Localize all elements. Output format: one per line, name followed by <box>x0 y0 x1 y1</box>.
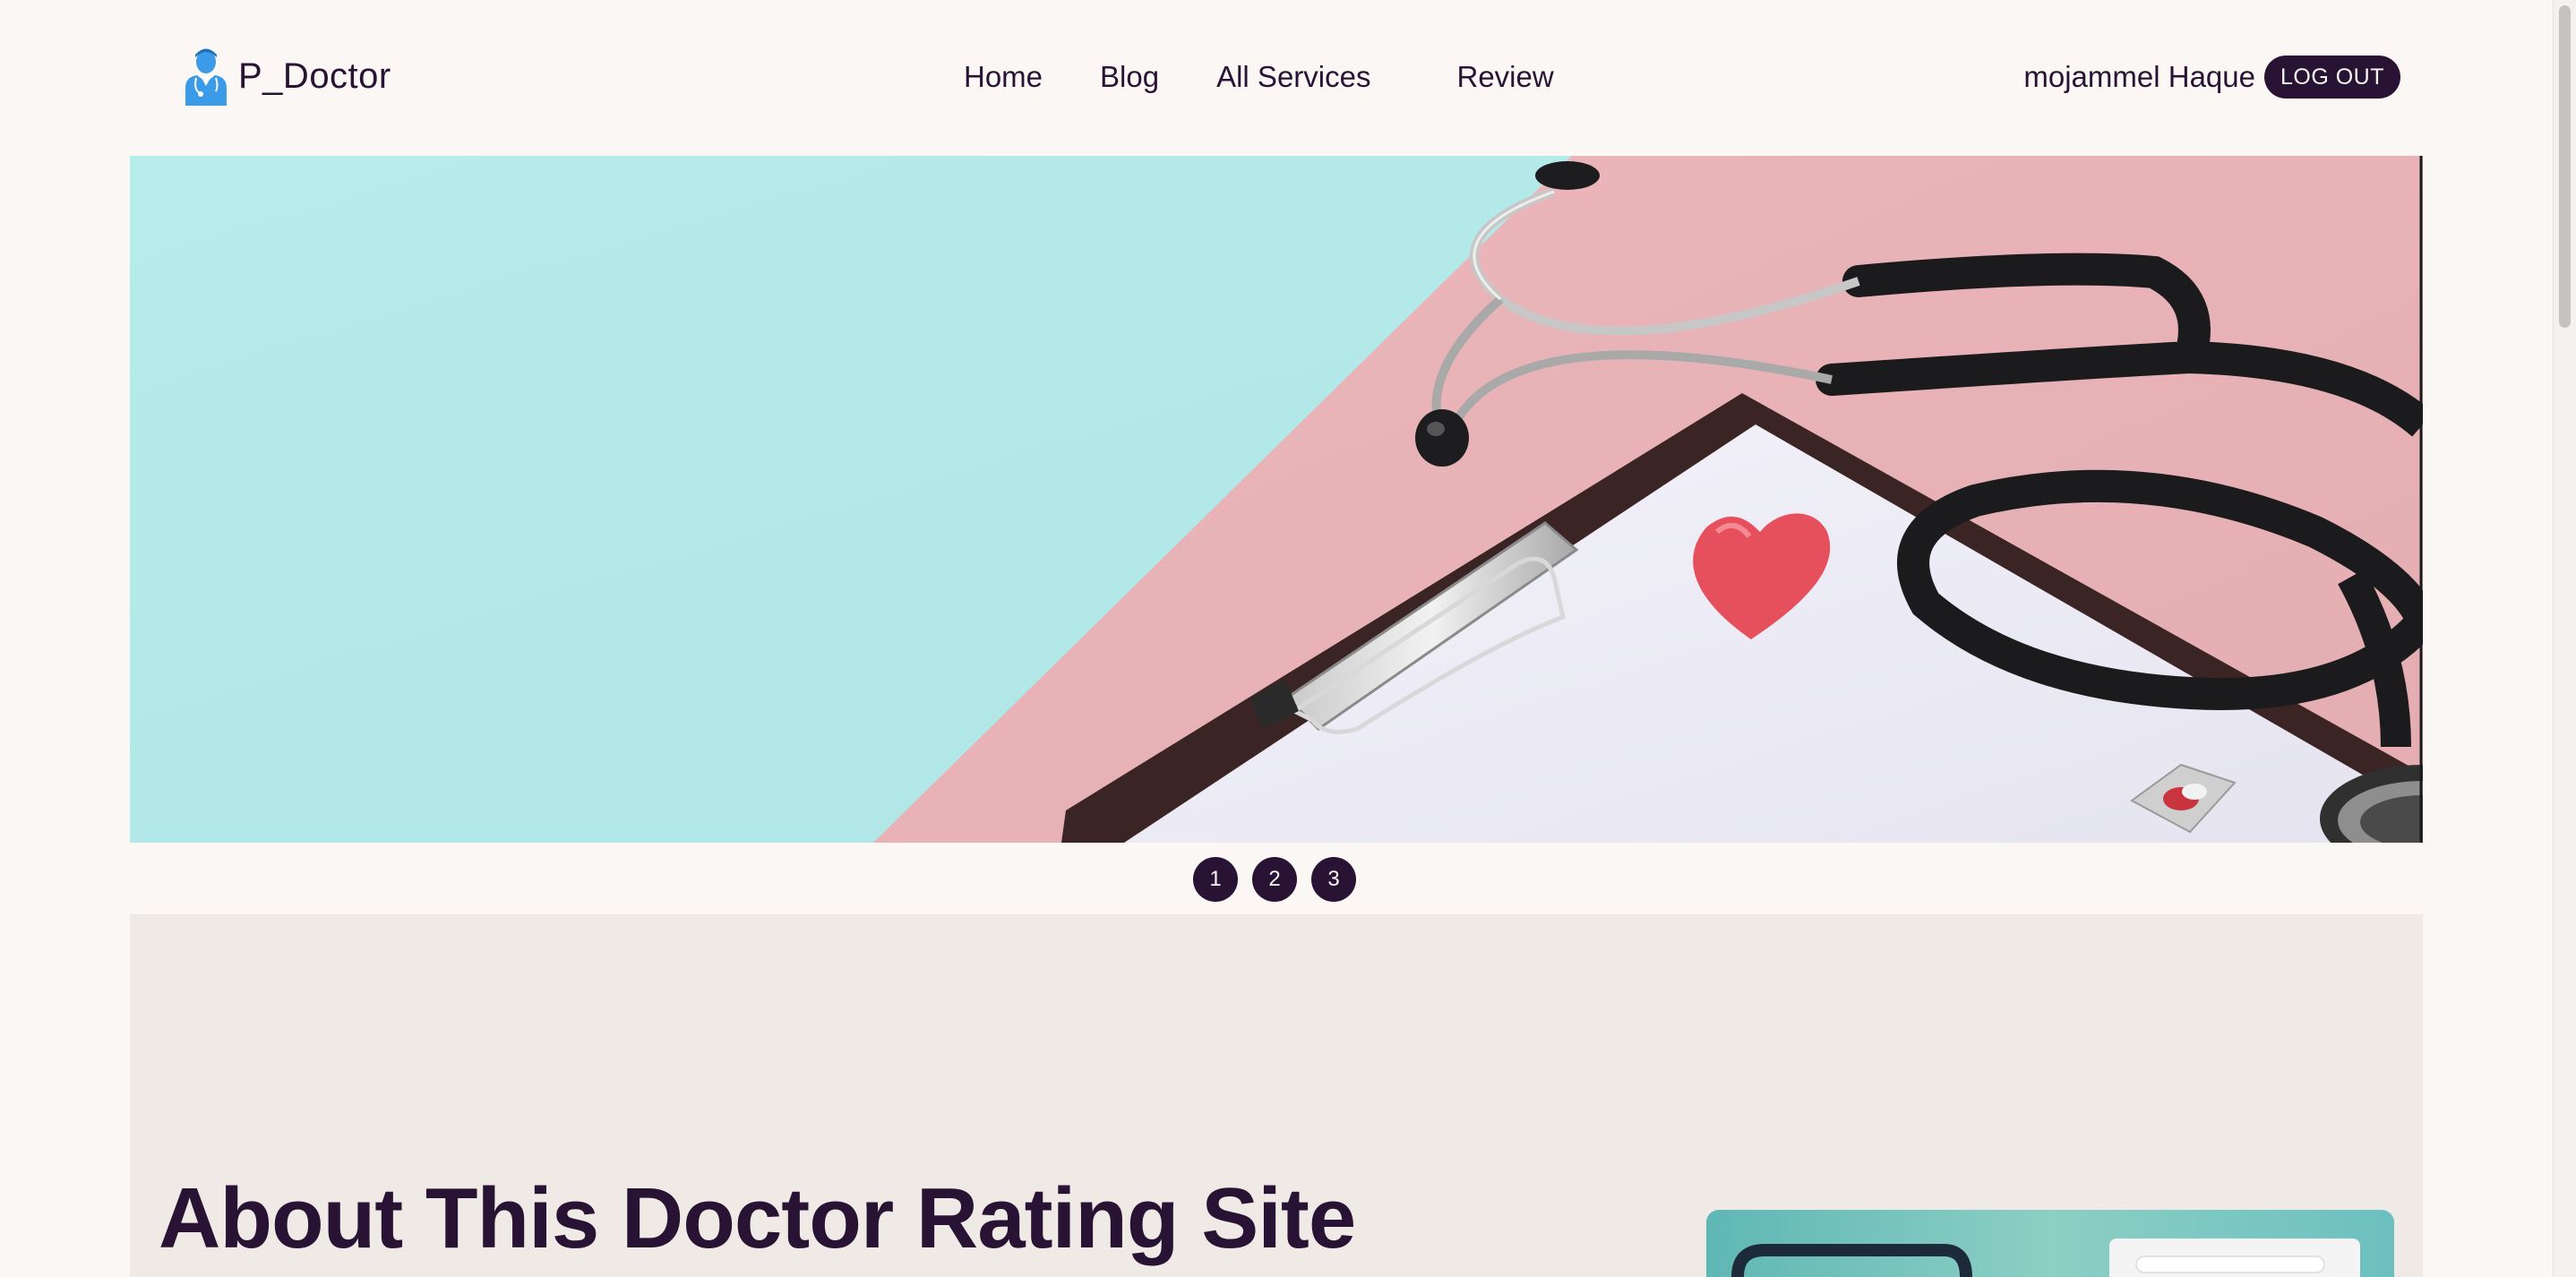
main-nav: Home Blog All Services Review <box>964 54 1554 100</box>
carousel-dot-2[interactable]: 2 <box>1252 857 1297 902</box>
nav-blog-link[interactable]: Blog <box>1100 60 1159 94</box>
logout-button[interactable]: LOG OUT <box>2263 56 2400 99</box>
nav-home-link[interactable]: Home <box>964 60 1043 94</box>
page-scrollbar[interactable] <box>2553 0 2576 1277</box>
doctor-icon <box>183 47 229 106</box>
scrollbar-thumb[interactable] <box>2559 5 2571 328</box>
user-name: mojammel Haque <box>2023 60 2255 93</box>
hero-carousel <box>130 156 2423 843</box>
about-section: About This Doctor Rating Site <box>130 914 2423 1277</box>
brand-name: P_Doctor <box>238 56 391 96</box>
carousel-dot-1[interactable]: 1 <box>1193 857 1238 902</box>
about-title: About This Doctor Rating Site <box>159 1170 1356 1266</box>
navbar: P_Doctor Home Blog All Services Review m… <box>0 0 2576 156</box>
carousel-dot-3[interactable]: 3 <box>1311 857 1356 902</box>
carousel-dots: 1 2 3 <box>1193 857 1356 902</box>
nav-review-link[interactable]: Review <box>1456 60 1553 94</box>
user-area: mojammel Haque LOG OUT <box>2023 54 2400 100</box>
carousel-slide-image <box>130 156 2423 843</box>
about-illustration <box>1706 1210 2394 1277</box>
nav-all-services-link[interactable]: All Services <box>1216 60 1370 94</box>
brand-logo[interactable]: P_Doctor <box>183 45 391 107</box>
